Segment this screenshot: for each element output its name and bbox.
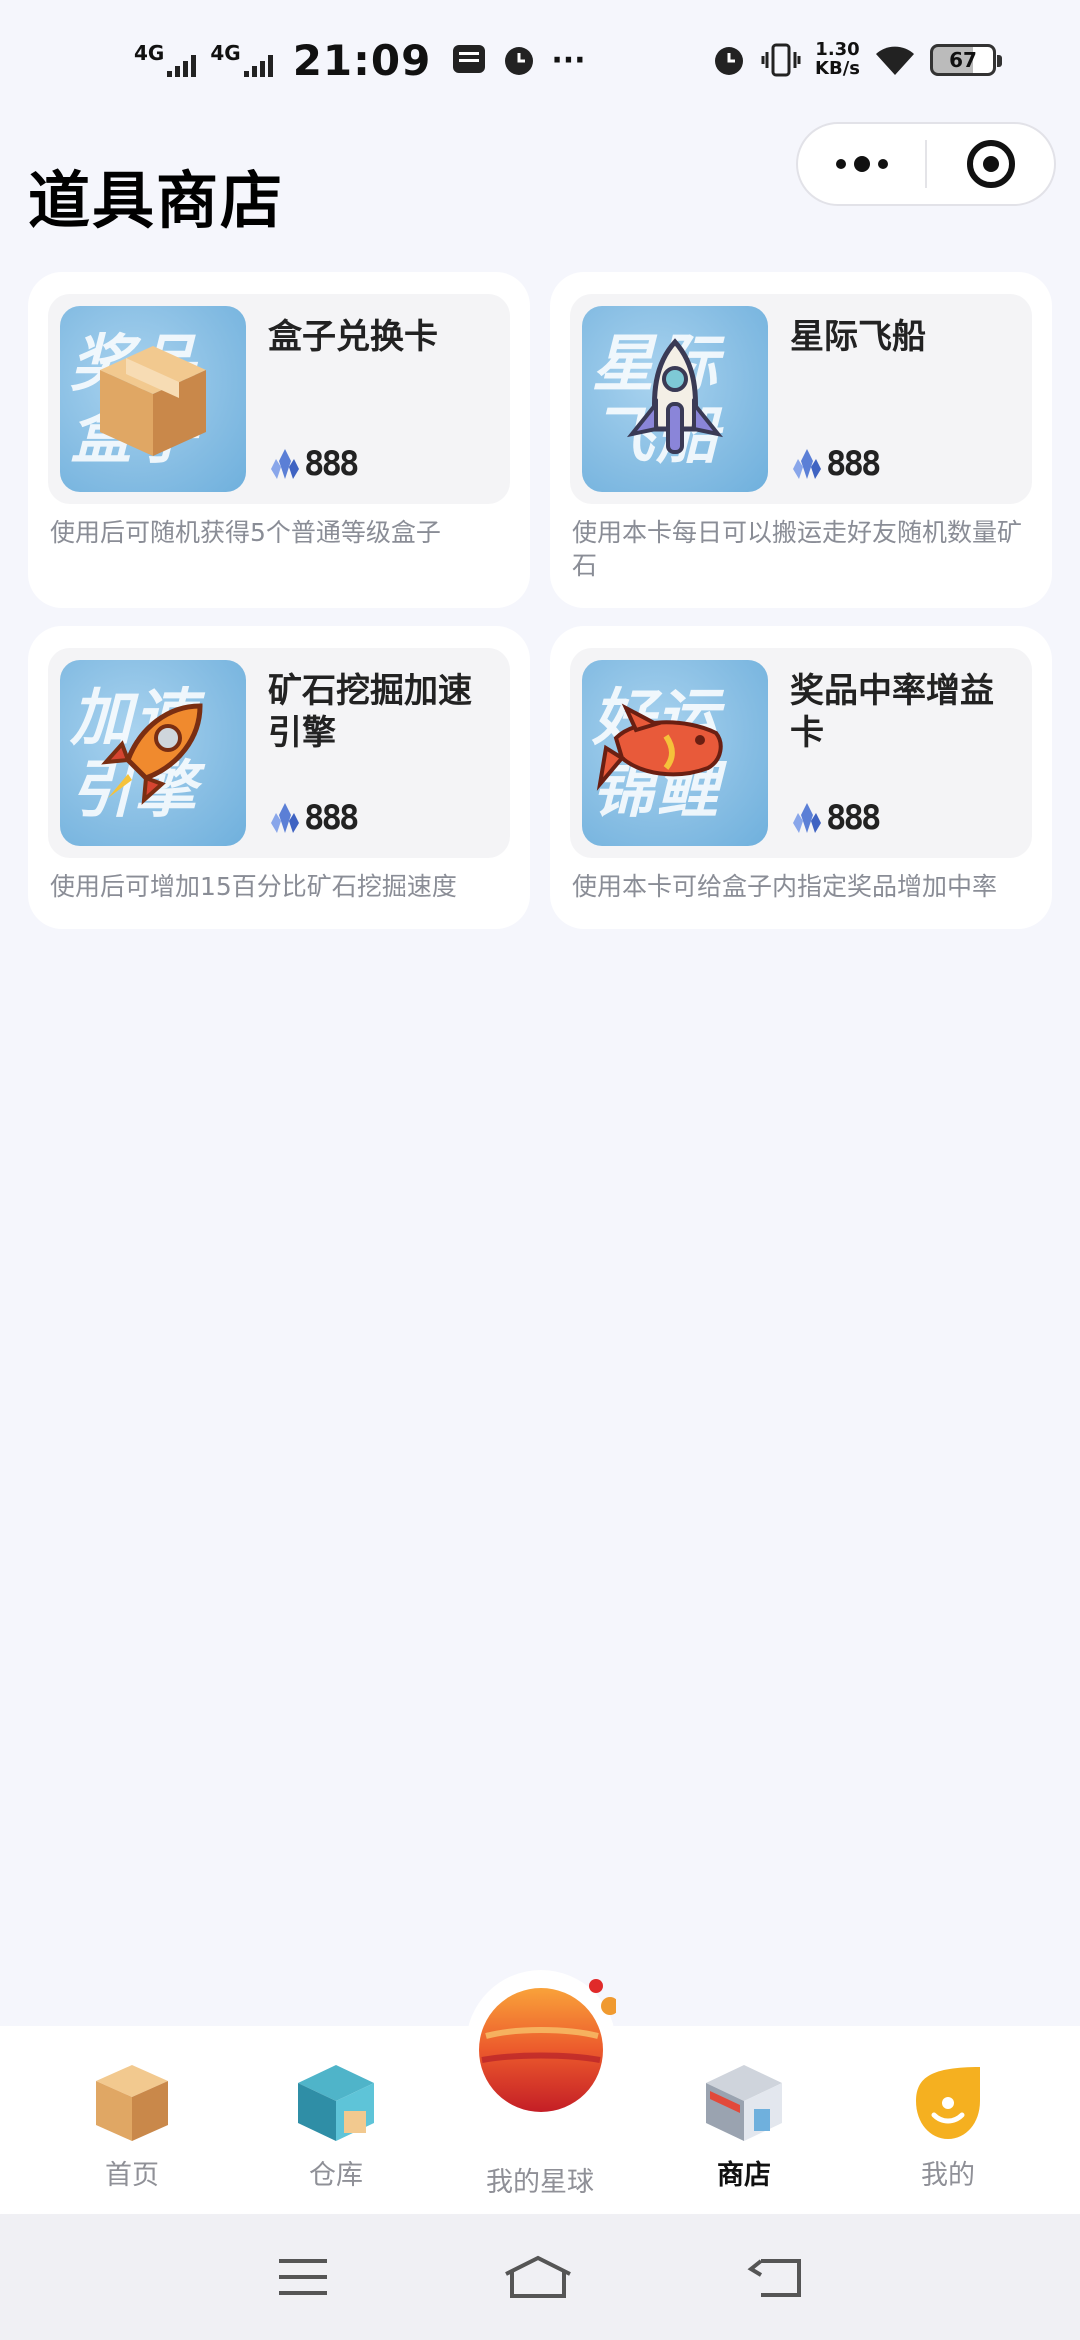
tab-label: 我的 [921,2160,975,2191]
shop-icon [706,2065,782,2141]
box-icon [96,2065,168,2141]
item-description: 使用后可随机获得5个普通等级盒子 [50,518,441,547]
home-icon[interactable] [502,2252,574,2302]
price-value: 888 [304,444,359,484]
item-card[interactable]: 好运锦鲤 奖品中率增益卡 888 使用本卡可给盒子内指定奖品增加中率 [550,626,1052,929]
signal-bars-icon [167,55,197,77]
item-description: 使用本卡每日可以搬运走好友随机数量矿石 [572,518,1023,580]
item-thumbnail: 加速引擎 [60,660,246,846]
miniprogram-capsule [796,122,1056,206]
tab-home[interactable]: 首页 [42,2061,222,2192]
close-miniprogram-button[interactable] [927,140,1054,188]
tab-warehouse[interactable]: 仓库 [246,2061,426,2192]
tab-label: 商店 [717,2160,771,2191]
more-notifications: ··· [551,42,586,78]
tab-planet[interactable] [466,1970,619,2120]
price-value: 888 [826,798,881,838]
signal-2: 4G [210,41,273,77]
speed-unit: KB/s [815,58,860,79]
vibrate-icon [761,43,801,77]
tab-shop[interactable]: 商店 [654,2061,834,2192]
item-description: 使用本卡可给盒子内指定奖品增加中率 [572,872,998,901]
item-card-inner: 奖品盒子 盒子兑换卡 888 [48,294,510,504]
item-info: 星际飞船 888 [790,306,1020,492]
item-card-inner: 加速引擎 矿石挖掘加速引擎 888 [48,648,510,858]
tab-label: 仓库 [309,2160,363,2191]
tab-planet-label: 我的星球 [486,2167,594,2198]
crystal-icon [793,803,821,833]
network-type-1: 4G [134,41,165,65]
warehouse-icon [298,2065,374,2141]
page-title: 道具商店 [28,164,285,237]
item-name: 奖品中率增益卡 [790,671,994,753]
menu-icon[interactable] [275,2255,331,2299]
status-bar: 4G 4G 21:09 ··· 1.30 KB/s 67 [0,0,1080,120]
item-price: 888 [268,444,498,484]
item-grid: 奖品盒子 盒子兑换卡 888 [28,272,1052,929]
notification-icon [453,45,486,73]
item-card[interactable]: 加速引擎 矿石挖掘加速引擎 888 使用后可增加15百分比矿石挖掘速度 [28,626,530,929]
alarm-icon [715,47,744,75]
battery-level: 67 [949,48,977,72]
status-right: 1.30 KB/s 67 [711,40,1002,79]
item-card[interactable]: 星际飞船 星际飞船 888 使用本卡每日可以搬运走好友随机数量矿石 [550,272,1052,608]
network-type-2: 4G [210,41,241,65]
profile-icon [916,2067,980,2139]
item-info: 盒子兑换卡 888 [268,306,498,492]
target-icon [966,140,1015,188]
alarm-icon [505,47,534,75]
planet-icon [479,1979,619,2112]
item-name: 星际飞船 [790,317,926,357]
item-thumbnail: 星际飞船 [582,306,768,492]
item-name: 矿石挖掘加速引擎 [268,671,472,753]
item-thumbnail: 好运锦鲤 [582,660,768,846]
item-info: 奖品中率增益卡 888 [790,660,1020,846]
koi-fish-icon [596,703,723,791]
signal-bars-icon [243,55,273,77]
box-icon [100,346,206,456]
dot-icon [835,159,846,169]
wifi-icon [876,46,914,75]
item-card[interactable]: 奖品盒子 盒子兑换卡 888 [28,272,530,608]
crystal-icon [271,803,299,833]
item-description: 使用后可增加15百分比矿石挖掘速度 [50,872,457,901]
spaceship-icon [626,338,724,454]
system-navigation-bar [0,2214,1080,2340]
network-speed: 1.30 KB/s [815,40,860,79]
item-card-inner: 好运锦鲤 奖品中率增益卡 888 [570,648,1032,858]
item-card-inner: 星际飞船 星际飞船 888 [570,294,1032,504]
item-price: 888 [790,444,1020,484]
signal-1: 4G [134,41,197,77]
dot-icon [877,159,888,169]
item-thumbnail: 奖品盒子 [60,306,246,492]
dot-icon [853,156,870,172]
item-price: 888 [268,798,498,838]
clock: 21:09 [292,35,432,85]
item-price: 888 [790,798,1020,838]
crystal-icon [271,449,299,479]
crystal-icon [793,449,821,479]
back-icon[interactable] [745,2253,805,2301]
price-value: 888 [304,798,359,838]
more-menu-button[interactable] [798,156,925,172]
price-value: 888 [826,444,881,484]
status-left: 4G 4G 21:09 ··· [134,36,586,85]
battery-icon: 67 [930,44,1002,76]
tab-label: 首页 [105,2160,159,2191]
item-info: 矿石挖掘加速引擎 888 [268,660,498,846]
tab-mine[interactable]: 我的 [858,2061,1038,2192]
item-name: 盒子兑换卡 [268,317,438,357]
rocket-icon [101,703,203,805]
